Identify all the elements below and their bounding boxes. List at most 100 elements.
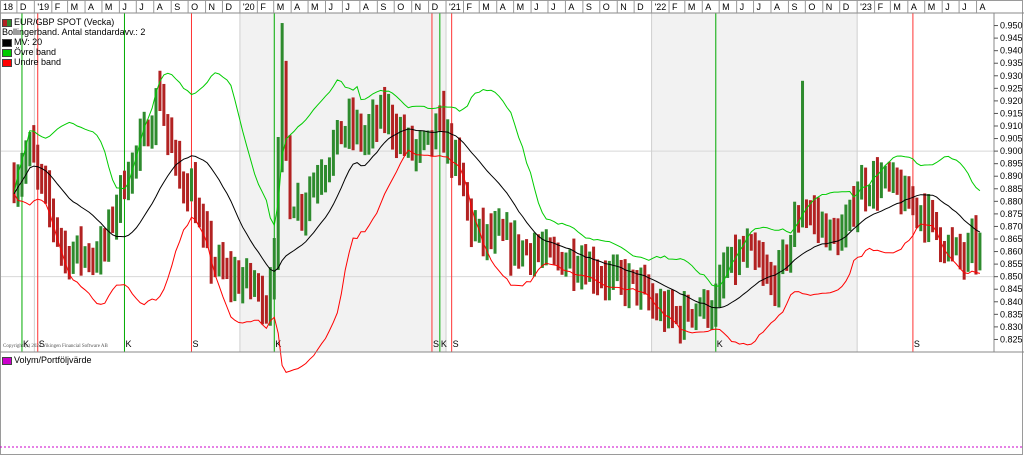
ohlc-bar: [722, 252, 726, 299]
ohlc-bar: [233, 256, 237, 302]
x-tick-label: 18: [3, 2, 13, 12]
ohlc-bar: [568, 249, 572, 269]
volume-swatch-icon: [2, 356, 12, 365]
x-tick-label: J: [945, 2, 950, 12]
ohlc-bar: [237, 260, 241, 294]
ohlc-bar: [249, 262, 253, 300]
ohlc-bar: [686, 294, 690, 322]
ohlc-bar: [643, 264, 647, 295]
ohlc-bar: [954, 237, 958, 256]
ohlc-bar: [442, 90, 446, 153]
ohlc-bar: [505, 212, 509, 240]
legend-item-ma[interactable]: MV: 20: [2, 37, 42, 47]
ohlc-bar: [789, 234, 793, 273]
ohlc-bar: [804, 199, 808, 228]
ohlc-bar: [245, 258, 249, 289]
x-tick-label: J: [757, 2, 762, 12]
ohlc-bar: [52, 198, 56, 243]
ohlc-bar: [28, 131, 32, 167]
y-tick-label: 0.930: [1000, 71, 1023, 81]
ohlc-bar: [398, 116, 402, 155]
ohlc-bar: [840, 214, 844, 251]
x-tick-label: O: [397, 2, 404, 12]
legend-item-upper[interactable]: Övre band: [2, 47, 56, 57]
x-tick-label: D: [432, 2, 439, 12]
x-tick-label: F: [878, 2, 884, 12]
ohlc-bar: [296, 182, 300, 221]
x-tick-label: A: [911, 2, 917, 12]
x-tick-label: O: [603, 2, 610, 12]
lower-band-swatch-icon: [2, 58, 12, 67]
ohlc-bar: [394, 113, 398, 159]
shaded-year-backgrounds: [239, 13, 858, 352]
copyright-notice: Copyright (c) 2023 Vikingen Financial So…: [3, 344, 108, 349]
x-tick-label: M: [928, 2, 936, 12]
ohlc-bar: [406, 127, 410, 158]
y-tick-label: 0.935: [1000, 58, 1023, 68]
ohlc-bar: [765, 254, 769, 284]
ohlc-bar: [115, 194, 119, 240]
legend-item-lower[interactable]: Undre band: [2, 57, 61, 67]
y-tick-label: 0.885: [1000, 184, 1023, 194]
ohlc-bar: [272, 238, 276, 300]
x-tick-label: N: [826, 2, 833, 12]
ohlc-bar: [619, 259, 623, 295]
ohlc-bar: [741, 235, 745, 262]
ohlc-bar: [103, 228, 107, 262]
x-tick-label: D: [225, 2, 232, 12]
volume-panel-legend[interactable]: Volym/Portföljvärde: [2, 355, 92, 365]
x-tick-label: A: [294, 2, 300, 12]
signal-label-s: S: [433, 339, 439, 349]
signal-label-s: S: [192, 339, 198, 349]
ohlc-bar: [540, 231, 544, 268]
ohlc-bar: [552, 236, 556, 265]
ohlc-bar: [201, 203, 205, 248]
ohlc-bar: [544, 229, 548, 266]
ohlc-bar: [706, 290, 710, 328]
ohlc-bar: [935, 212, 939, 241]
ohlc-bar: [178, 140, 182, 189]
chart-title: EUR/GBP SPOT (Vecka): [14, 17, 115, 27]
ohlc-bar: [639, 267, 643, 310]
ohlc-bar: [584, 244, 588, 285]
ohlc-bar: [107, 209, 111, 262]
x-tick-label: J: [122, 2, 127, 12]
ohlc-bar: [576, 255, 580, 283]
ohlc-bar: [607, 260, 611, 301]
x-tick-label: N: [620, 2, 627, 12]
ohlc-bar: [560, 251, 564, 275]
x-tick-label: S: [586, 2, 592, 12]
ohlc-bar: [887, 161, 891, 192]
ohlc-bar: [418, 130, 422, 163]
ohlc-bar: [730, 246, 734, 273]
ohlc-bar: [186, 173, 190, 212]
ohlc-bar: [489, 213, 493, 250]
ohlc-bar: [158, 70, 162, 112]
ohlc-bar: [95, 241, 99, 273]
y-tick-label: 0.915: [1000, 108, 1023, 118]
ohlc-bar: [627, 263, 631, 309]
x-tick-label: M: [311, 2, 319, 12]
ohlc-bar: [355, 109, 359, 145]
ohlc-bar: [193, 162, 197, 224]
ohlc-bar: [450, 123, 454, 178]
ohlc-bar: [611, 254, 615, 290]
ohlc-bar: [797, 205, 801, 233]
ohlc-bar: [288, 135, 292, 220]
ohlc-bar: [241, 267, 245, 304]
ohlc-bar: [324, 164, 328, 193]
ohlc-bar: [832, 217, 836, 244]
price-chart[interactable]: KSKSKSKSKS 0.8250.8300.8350.8400.8450.85…: [0, 0, 1024, 456]
ohlc-bar: [493, 210, 497, 254]
ohlc-bar: [891, 162, 895, 193]
x-tick-label: J: [962, 2, 967, 12]
ohlc-bar: [927, 194, 931, 243]
ohlc-bar: [517, 234, 521, 269]
ohlc-bar: [868, 184, 872, 207]
x-tick-label: M: [688, 2, 696, 12]
ohlc-bar: [580, 245, 584, 290]
ohlc-bar: [781, 239, 785, 275]
ohlc-bar: [899, 169, 903, 215]
x-tick-label: A: [500, 2, 506, 12]
ohlc-bar: [793, 201, 797, 248]
